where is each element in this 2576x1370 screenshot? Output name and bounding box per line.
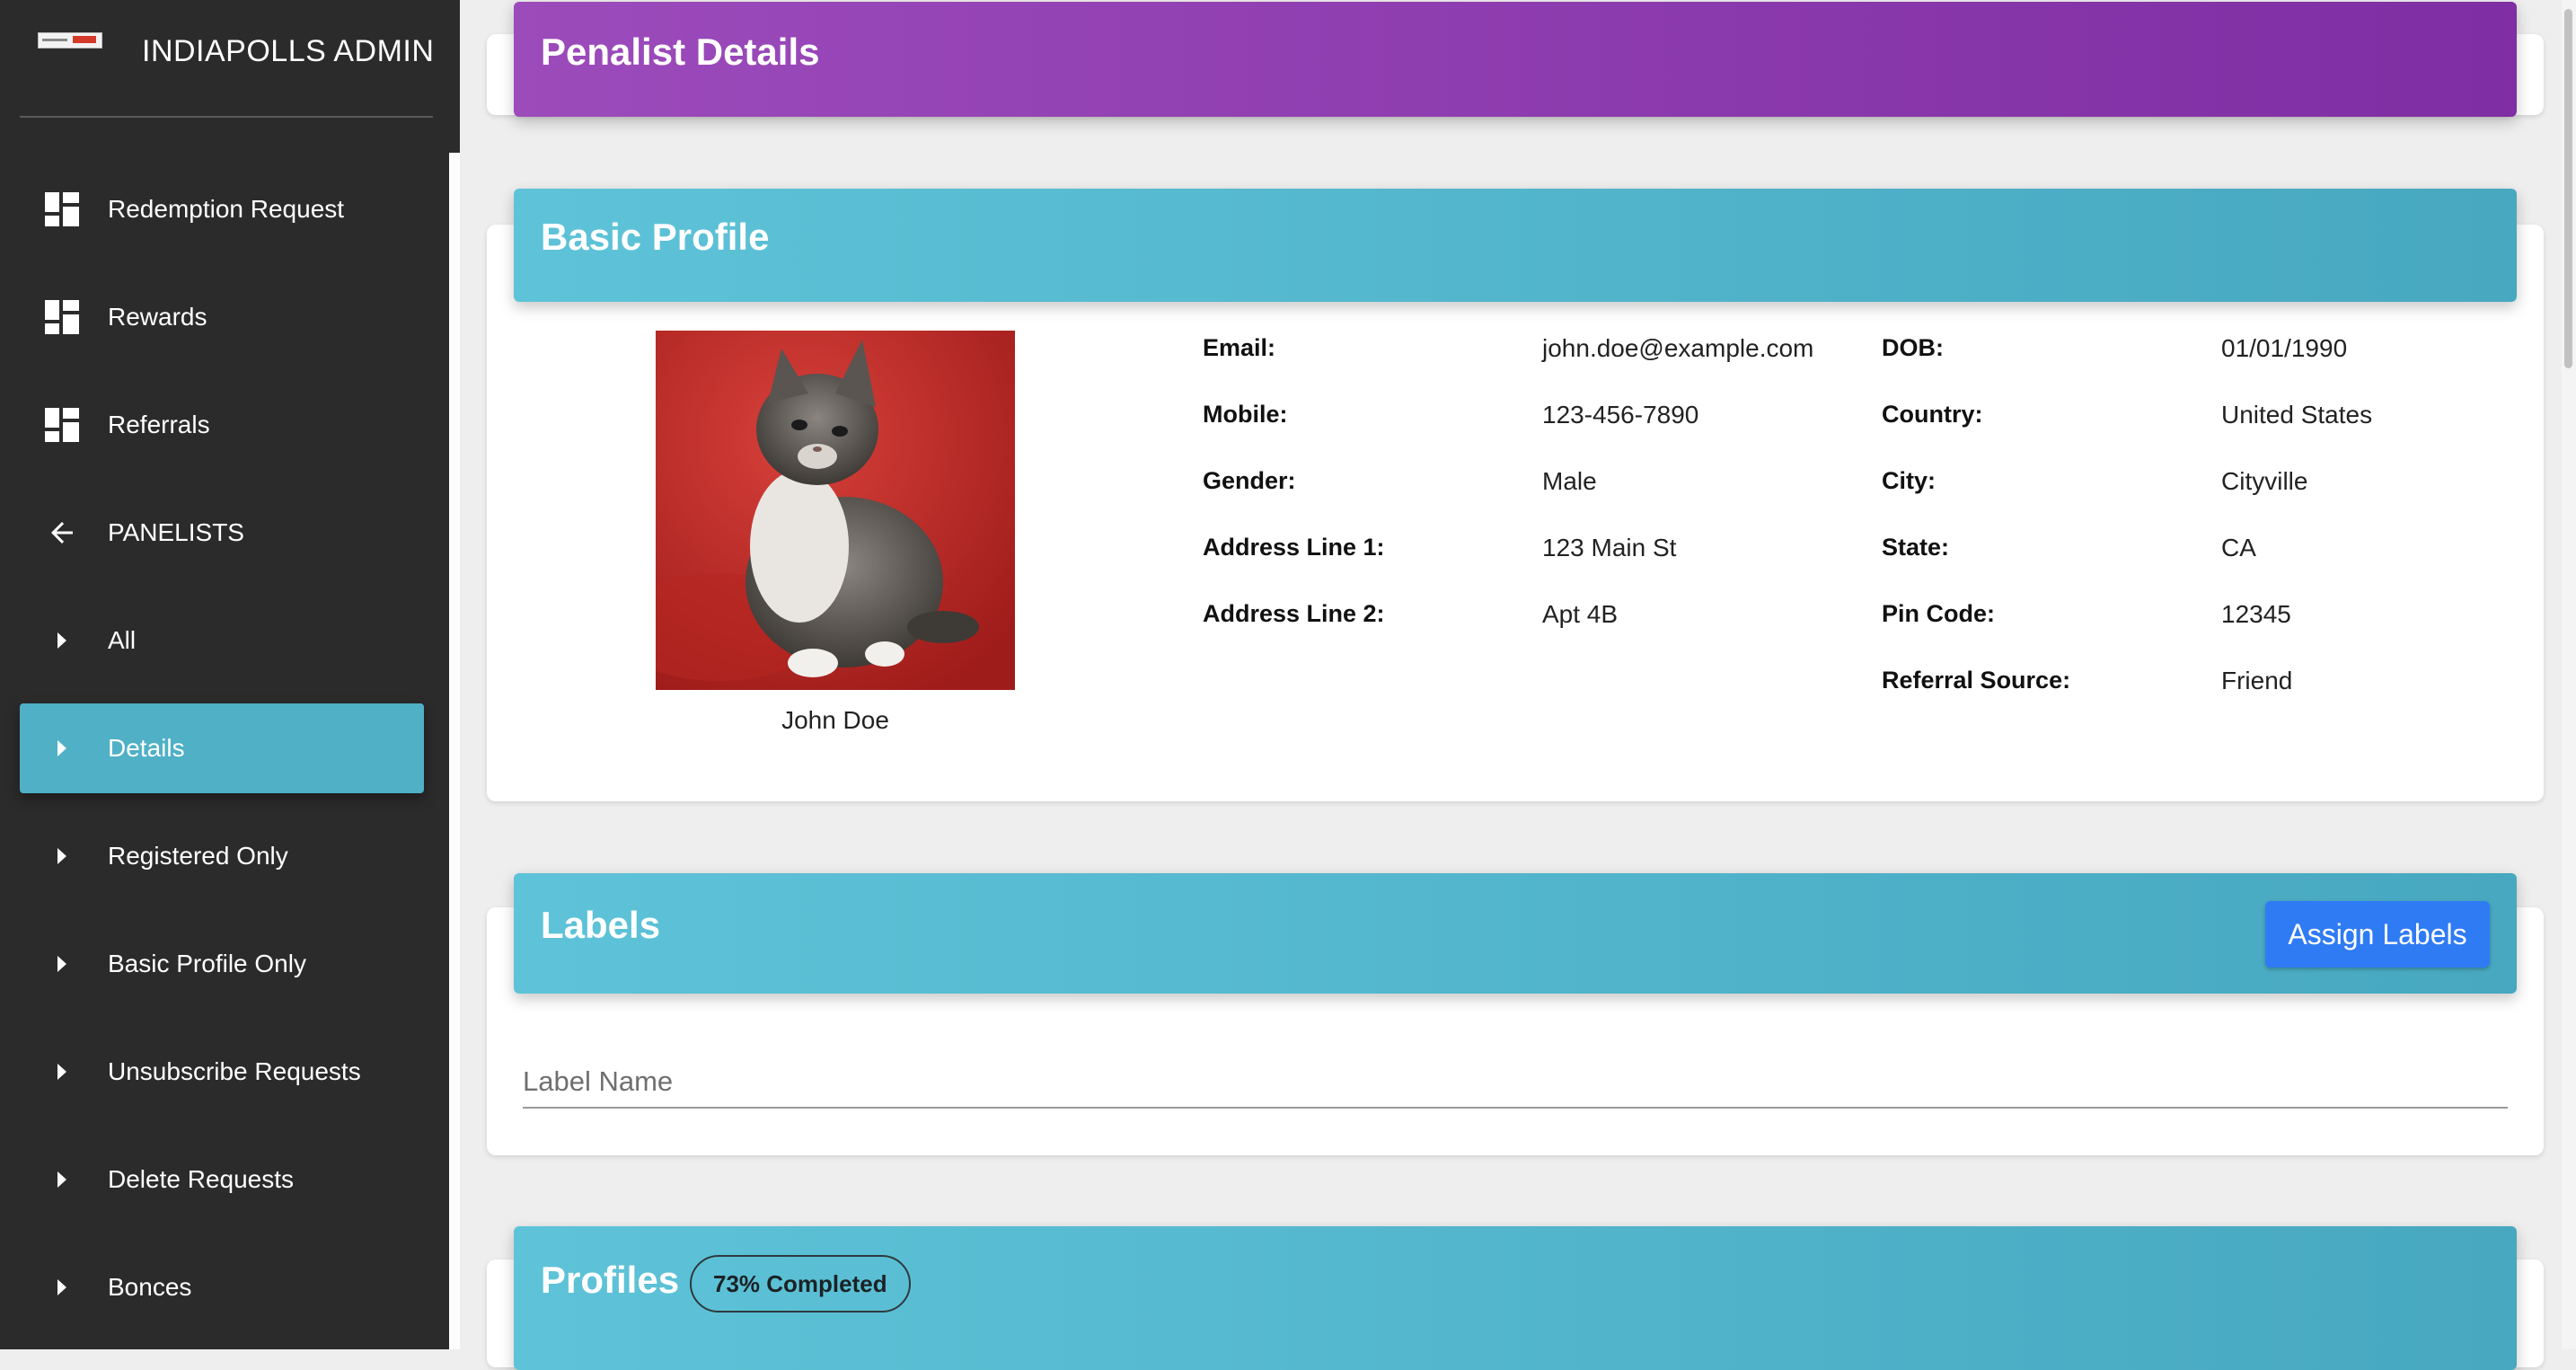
profiles-title: Profiles (541, 1259, 680, 1301)
labels-title: Labels (541, 904, 661, 946)
mobile-value: 123-456-7890 (1542, 401, 1699, 429)
city-label: City: (1882, 467, 1936, 494)
state-value: CA (2221, 534, 2256, 561)
caret-right-icon (31, 1135, 93, 1224)
sidebar-item-registered-only[interactable]: Registered Only (20, 811, 424, 901)
country-label: Country: (1882, 401, 1983, 428)
label-name-input[interactable] (523, 1056, 2508, 1109)
sidebar-item-unsubscribe-requests[interactable]: Unsubscribe Requests (20, 1027, 424, 1117)
assign-labels-button[interactable]: Assign Labels (2265, 901, 2490, 968)
pin-code-label: Pin Code: (1882, 600, 1995, 627)
profile-name: John Doe (781, 706, 889, 734)
caret-right-icon (31, 1242, 93, 1332)
address-line-2-value: Apt 4B (1542, 600, 1619, 628)
city-value: Cityville (2221, 467, 2308, 495)
state-label: State: (1882, 534, 1950, 561)
sidebar-item-label: Referrals (108, 411, 210, 438)
sidebar-item-label: Unsubscribe Requests (108, 1057, 361, 1085)
scrollbar-thumb[interactable] (2564, 9, 2572, 368)
labels-header: Labels (514, 873, 2517, 994)
sidebar-item-label: PANELISTS (108, 518, 244, 546)
sidebar-item-details[interactable]: Details (20, 703, 424, 793)
page-title: Penalist Details (541, 31, 820, 73)
sidebar: INDIAPOLLS ADMIN Redemption Request Rewa… (0, 0, 460, 1349)
sidebar-divider (20, 116, 433, 118)
main-scrollbar[interactable] (2562, 0, 2576, 1349)
caret-right-icon (31, 596, 93, 685)
address-line-1-value: 123 Main St (1542, 534, 1677, 561)
arrow-left-icon (31, 488, 93, 578)
gender-label: Gender: (1203, 467, 1296, 494)
email-value: john.doe@example.com (1542, 334, 1814, 362)
sidebar-item-bonces[interactable]: Bonces (20, 1242, 424, 1332)
brand-header: INDIAPOLLS ADMIN (0, 0, 460, 117)
sidebar-item-delete-requests[interactable]: Delete Requests (20, 1135, 424, 1224)
sidebar-item-label: Bonces (108, 1273, 192, 1301)
dashboard-grid-icon (31, 272, 93, 362)
brand-title: INDIAPOLLS ADMIN (142, 34, 435, 68)
referral-source-value: Friend (2221, 667, 2293, 694)
pin-code-value: 12345 (2221, 600, 2291, 628)
basic-profile-header: Basic Profile (514, 189, 2517, 302)
address-line-2-label: Address Line 2: (1203, 600, 1385, 627)
sidebar-item-referrals[interactable]: Referrals (20, 380, 424, 470)
sidebar-item-label: Details (108, 734, 185, 762)
caret-right-icon (31, 811, 93, 901)
country-value: United States (2221, 401, 2373, 429)
referral-source-label: Referral Source: (1882, 667, 2071, 694)
address-line-1-label: Address Line 1: (1203, 534, 1385, 561)
indiapolls-logo (38, 32, 102, 49)
sidebar-item-label: Basic Profile Only (108, 950, 306, 977)
sidebar-item-basic-profile-only[interactable]: Basic Profile Only (20, 919, 424, 1009)
sidebar-item-panelists[interactable]: PANELISTS (20, 488, 424, 578)
dob-label: DOB: (1882, 334, 1944, 361)
sidebar-item-label: Registered Only (108, 842, 288, 870)
dob-value: 01/01/1990 (2221, 334, 2348, 362)
page-title-header: Penalist Details (514, 2, 2517, 117)
sidebar-item-label: Rewards (108, 303, 207, 331)
dashboard-grid-icon (31, 380, 93, 470)
gender-value: Male (1542, 467, 1597, 495)
sidebar-item-rewards[interactable]: Rewards (20, 272, 424, 362)
profile-completion-badge: 73% Completed (690, 1255, 911, 1313)
sidebar-scrollbar[interactable] (449, 153, 460, 1349)
basic-profile-title: Basic Profile (541, 216, 770, 258)
sidebar-item-label: Redemption Request (108, 195, 345, 223)
sidebar-item-label: All (108, 626, 137, 654)
sidebar-item-label: Delete Requests (108, 1165, 295, 1193)
caret-right-icon (31, 919, 93, 1009)
profile-avatar (656, 331, 1015, 690)
caret-right-icon (31, 703, 93, 793)
dashboard-grid-icon (31, 164, 93, 254)
sidebar-item-all[interactable]: All (20, 596, 424, 685)
caret-right-icon (31, 1027, 93, 1117)
sidebar-item-redemption-request[interactable]: Redemption Request (20, 164, 424, 254)
email-label: Email: (1203, 334, 1276, 361)
mobile-label: Mobile: (1203, 401, 1288, 428)
